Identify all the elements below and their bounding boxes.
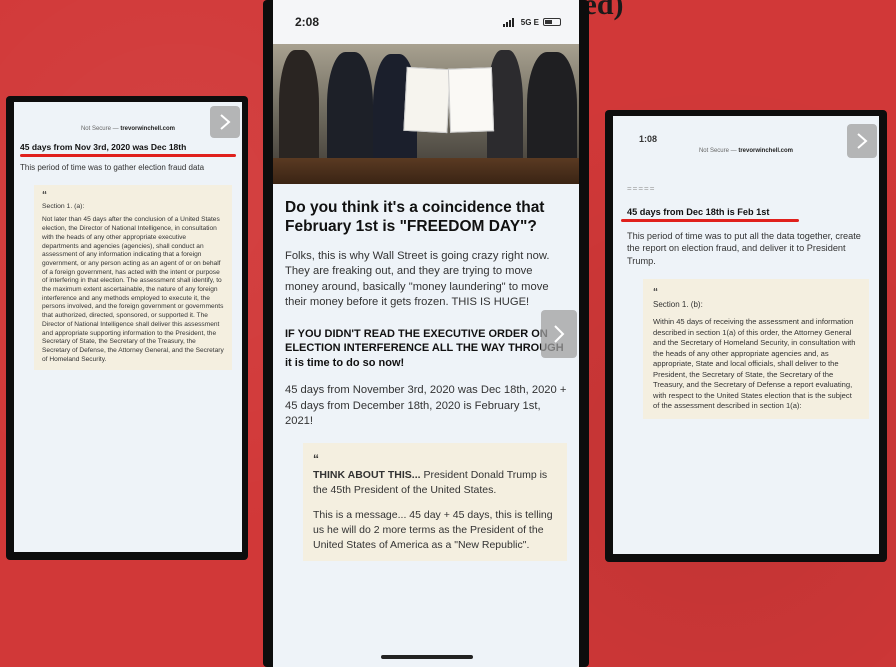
center-quote-box: “ THINK ABOUT THIS... President Donald T… — [303, 443, 567, 562]
battery-icon — [543, 18, 561, 26]
article-bold-notice: IF YOU DIDN'T READ THE EXECUTIVE ORDER O… — [285, 327, 564, 370]
left-url-domain: trevorwinchell.com — [120, 126, 176, 132]
center-phone: 2:08 5G E Do you think it's a coincidenc… — [263, 0, 589, 667]
chevron-right-icon — [554, 325, 565, 343]
signed-document — [447, 67, 495, 133]
desk — [273, 158, 579, 184]
status-time: 2:08 — [295, 15, 320, 29]
home-indicator[interactable] — [381, 655, 473, 659]
left-quote-mark: “ — [42, 190, 47, 202]
right-divider: ===== — [627, 184, 656, 193]
right-quote-body: Within 45 days of receiving the assessme… — [653, 317, 856, 411]
status-icons: 5G E — [502, 17, 561, 27]
center-quote-lead: THINK ABOUT THIS... President Donald Tru… — [313, 468, 557, 498]
left-headline: 45 days from Nov 3rd, 2020 was Dec 18th — [20, 142, 187, 152]
right-quote-heading: Section 1. (b): — [653, 300, 703, 310]
right-phone-screen: 1:08 Not Secure — trevorwinchell.com ===… — [613, 116, 879, 554]
left-phone-screen: Not Secure — trevorwinchell.com 45 days … — [14, 102, 242, 552]
left-quote-heading: Section 1. (a): — [42, 203, 85, 211]
left-url-prefix: Not Secure — — [80, 126, 121, 132]
article-paragraph-2: 45 days from November 3rd, 2020 was Dec … — [285, 384, 567, 427]
right-quote-box: “ Section 1. (b): Within 45 days of rece… — [643, 279, 869, 420]
right-next-button[interactable] — [847, 124, 877, 158]
right-url-bar[interactable]: Not Secure — trevorwinchell.com — [613, 144, 879, 166]
signal-bars-icon — [502, 17, 514, 27]
right-url-domain: trevorwinchell.com — [738, 148, 794, 154]
left-next-button[interactable] — [210, 106, 240, 138]
center-next-button[interactable] — [541, 310, 577, 358]
right-phone: 1:08 Not Secure — trevorwinchell.com ===… — [605, 110, 887, 562]
right-headline: 45 days from Dec 18th is Feb 1st — [627, 207, 770, 217]
right-quote-mark: “ — [653, 287, 658, 299]
signed-document — [403, 66, 451, 134]
right-url-prefix: Not Secure — — [698, 148, 739, 154]
chevron-right-icon — [857, 133, 868, 149]
article-photo — [273, 44, 579, 184]
article-headline: Do you think it's a coincidence that Feb… — [285, 199, 545, 236]
article-paragraph-1: Folks, this is why Wall Street is going … — [285, 249, 550, 309]
center-phone-screen: 2:08 5G E Do you think it's a coincidenc… — [273, 0, 579, 667]
center-quote-lead-bold: THINK ABOUT THIS... — [313, 469, 421, 482]
left-body-text: This period of time was to gather electi… — [20, 163, 205, 172]
right-body-text: This period of time was to put all the d… — [627, 231, 861, 266]
center-quote-mark: “ — [313, 452, 319, 467]
network-label: 5G E — [520, 17, 539, 27]
right-status-time: 1:08 — [639, 134, 658, 144]
status-bar: 2:08 5G E — [273, 0, 579, 44]
chevron-right-icon — [220, 114, 231, 130]
left-quote-box: “ Section 1. (a): Not later than 45 days… — [34, 185, 232, 371]
center-quote-second: This is a message... 45 day + 45 days, t… — [313, 509, 553, 552]
left-url-bar[interactable]: Not Secure — trevorwinchell.com — [14, 102, 242, 138]
left-phone: Not Secure — trevorwinchell.com 45 days … — [6, 96, 248, 560]
left-quote-body: Not later than 45 days after the conclus… — [42, 216, 224, 363]
